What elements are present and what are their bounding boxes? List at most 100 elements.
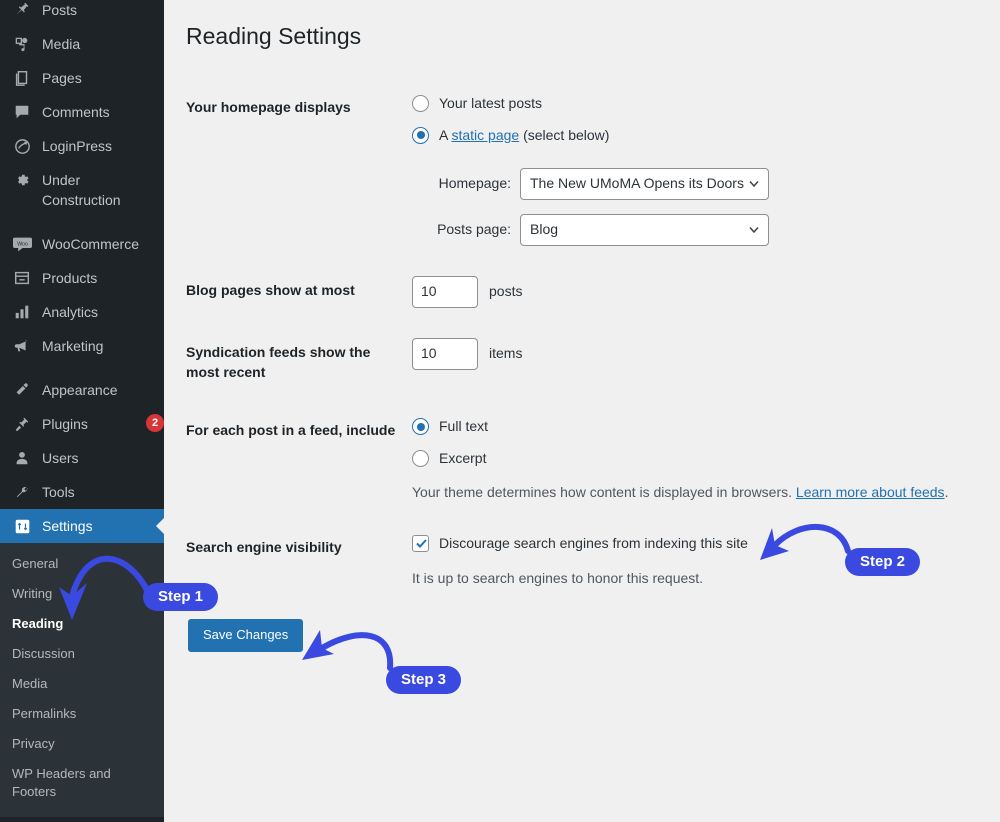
plug-icon xyxy=(11,414,33,434)
sidebar-item-settings[interactable]: Settings xyxy=(0,509,164,543)
homepage-select[interactable]: The New UMoMA Opens its Doors xyxy=(520,167,769,200)
homepage-select-row: Homepage: The New UMoMA Opens its Doors xyxy=(412,167,970,200)
sidebar-item-label: Appearance xyxy=(42,382,118,398)
sidebar-item-label: Settings xyxy=(42,518,93,534)
syndication-unit: items xyxy=(489,345,523,362)
loginpress-icon xyxy=(11,136,33,156)
static-page-link[interactable]: static page xyxy=(451,127,519,143)
sidebar-item-marketing[interactable]: Marketing xyxy=(0,329,164,363)
admin-sidebar: Posts Media Pages Comments LoginPress Un… xyxy=(0,0,164,822)
media-icon xyxy=(11,34,33,54)
radio-full-text[interactable]: Full text xyxy=(412,416,970,437)
sidebar-item-woocommerce[interactable]: Woo WooCommerce xyxy=(0,227,164,261)
blog-pages-unit: posts xyxy=(489,283,523,300)
posts-page-select-row: Posts page: Blog xyxy=(412,213,970,246)
submenu-item-discussion[interactable]: Discussion xyxy=(0,639,164,669)
row-blog-pages: Blog pages show at most 10 posts xyxy=(186,261,980,323)
sidebar-separator xyxy=(0,217,164,227)
radio-circle xyxy=(412,450,429,468)
learn-more-about-feeds-link[interactable]: Learn more about feeds xyxy=(796,484,945,500)
static-page-prefix: A xyxy=(439,126,452,143)
sidebar-item-label: Products xyxy=(42,270,98,286)
sidebar-item-label: Plugins xyxy=(42,416,88,432)
sidebar-item-label: WooCommerce xyxy=(42,236,139,252)
brush-icon xyxy=(11,380,33,400)
pin-icon xyxy=(11,0,33,20)
posts-page-select[interactable]: Blog xyxy=(520,213,769,246)
screen: Posts Media Pages Comments LoginPress Un… xyxy=(0,0,1000,822)
step-2-badge: Step 2 xyxy=(845,548,921,576)
analytics-icon xyxy=(11,302,33,322)
checkbox-label: Discourage search engines from indexing … xyxy=(439,535,748,552)
sidebar-item-plugins[interactable]: Plugins 2 xyxy=(0,407,164,441)
sidebar-item-under-construction[interactable]: Under Construction xyxy=(0,163,164,217)
main-content: Reading Settings Your homepage displays … xyxy=(164,0,1000,822)
checkbox-checked xyxy=(412,535,429,553)
sidebar-item-products[interactable]: Products xyxy=(0,261,164,295)
row-syndication-feeds: Syndication feeds show the most recent 1… xyxy=(186,323,980,402)
row-feed-include: For each post in a feed, include Full te… xyxy=(186,401,980,518)
submenu-item-privacy[interactable]: Privacy xyxy=(0,729,164,759)
row-label: Blog pages show at most xyxy=(186,281,355,298)
sidebar-item-pages[interactable]: Pages xyxy=(0,61,164,95)
save-changes-button[interactable]: Save Changes xyxy=(188,619,304,653)
gear-icon xyxy=(11,170,33,190)
blog-pages-input[interactable]: 10 xyxy=(412,275,478,308)
homepage-select-value: The New UMoMA Opens its Doors xyxy=(530,175,744,192)
plugins-update-badge: 2 xyxy=(146,414,164,432)
sidebar-item-label: Comments xyxy=(42,104,110,120)
sidebar-item-label: Media xyxy=(42,36,81,52)
pages-icon xyxy=(11,68,33,88)
wrench-icon xyxy=(11,482,33,502)
row-homepage-displays: Your homepage displays Your latest posts… xyxy=(186,78,980,261)
submenu-item-media[interactable]: Media xyxy=(0,669,164,699)
radio-label: Excerpt xyxy=(439,450,487,467)
posts-page-select-value: Blog xyxy=(530,221,559,238)
sidebar-item-analytics[interactable]: Analytics xyxy=(0,295,164,329)
submenu-item-permalinks[interactable]: Permalinks xyxy=(0,699,164,729)
sidebar-item-label: Analytics xyxy=(42,304,99,320)
submenu-item-general[interactable]: General xyxy=(0,549,164,579)
comment-icon xyxy=(11,102,33,122)
syndication-input[interactable]: 10 xyxy=(412,337,478,370)
sidebar-item-appearance[interactable]: Appearance xyxy=(0,373,164,407)
step-3-badge: Step 3 xyxy=(386,666,462,694)
row-label: Your homepage displays xyxy=(186,98,351,115)
row-label: Syndication feeds show the most recent xyxy=(186,343,371,381)
sidebar-item-posts[interactable]: Posts xyxy=(0,0,164,27)
chevron-down-icon xyxy=(749,226,759,234)
sidebar-item-users[interactable]: Users xyxy=(0,441,164,475)
radio-label: Full text xyxy=(439,418,489,435)
svg-text:Woo: Woo xyxy=(17,241,28,247)
row-label: For each post in a feed, include xyxy=(186,422,396,439)
sidebar-item-tools[interactable]: Tools xyxy=(0,475,164,509)
radio-circle-selected xyxy=(412,126,429,144)
submenu-item-writing[interactable]: Writing xyxy=(0,579,164,609)
page-title: Reading Settings xyxy=(186,23,362,49)
static-page-suffix: (select below) xyxy=(519,126,610,143)
settings-icon xyxy=(11,516,33,536)
megaphone-icon xyxy=(11,336,33,356)
radio-circle xyxy=(412,94,429,112)
sidebar-item-label: Tools xyxy=(42,484,75,500)
radio-label: Your latest posts xyxy=(439,94,542,111)
products-icon xyxy=(11,268,33,288)
sidebar-item-loginpress[interactable]: LoginPress xyxy=(0,129,164,163)
submenu-item-wp-headers-and-footers[interactable]: WP Headers and Footers xyxy=(0,759,164,807)
settings-submenu: General Writing Reading Discussion Media… xyxy=(0,543,164,817)
sidebar-item-media[interactable]: Media xyxy=(0,27,164,61)
radio-latest-posts[interactable]: Your latest posts xyxy=(412,93,970,114)
submenu-item-reading[interactable]: Reading xyxy=(0,609,164,639)
radio-circle-selected xyxy=(412,418,429,436)
sidebar-item-comments[interactable]: Comments xyxy=(0,95,164,129)
check-icon xyxy=(416,539,427,549)
feed-note: Your theme determines how content is dis… xyxy=(412,482,970,503)
sidebar-item-label: LoginPress xyxy=(42,138,113,154)
woocommerce-icon: Woo xyxy=(11,234,33,254)
radio-static-page[interactable]: A static page (select below) xyxy=(412,125,970,146)
feed-note-suffix: . xyxy=(944,484,949,501)
radio-excerpt[interactable]: Excerpt xyxy=(412,448,970,469)
row-label: Search engine visibility xyxy=(186,539,342,556)
user-icon xyxy=(11,448,33,468)
sidebar-separator xyxy=(0,363,164,373)
